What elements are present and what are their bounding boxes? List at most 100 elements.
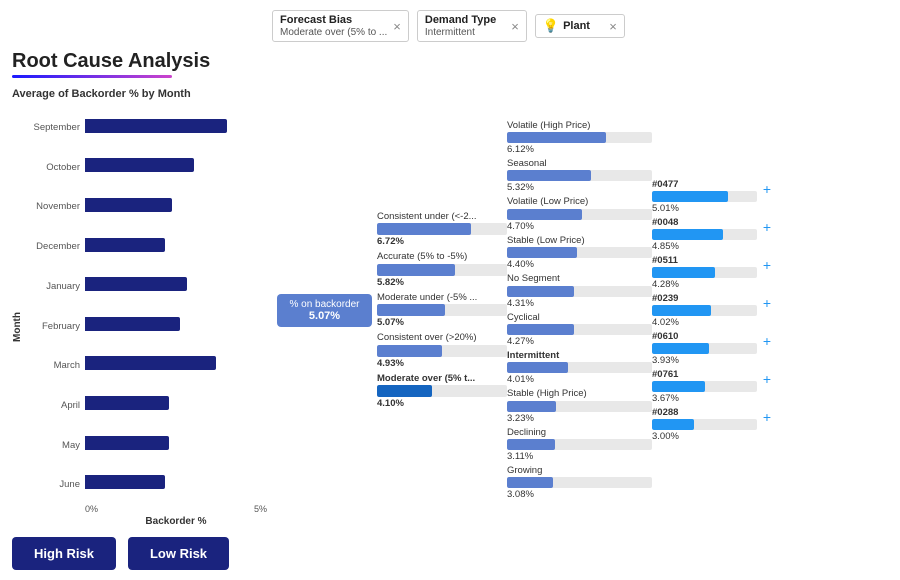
demand-type-value: 5.32%	[507, 182, 652, 193]
filter-demand-type-value: Intermittent	[425, 27, 496, 38]
demand-type-item: No Segment4.31%	[507, 273, 652, 308]
plant-label: #0477	[652, 179, 757, 190]
expand-button[interactable]: +	[763, 409, 771, 425]
plant-bar	[652, 191, 757, 202]
demand-type-bar-fill	[507, 477, 553, 488]
filter-forecast-bias-value: Moderate over (5% to ...	[280, 27, 387, 38]
chart-subtitle: Average of Backorder % by Month	[12, 88, 267, 100]
bar-row	[85, 434, 267, 452]
demand-type-bar	[507, 132, 652, 143]
demand-type-value: 3.23%	[507, 413, 652, 424]
low-risk-button[interactable]: Low Risk	[128, 537, 229, 570]
y-label: October	[25, 163, 85, 173]
x-axis: 0% 5%	[85, 502, 267, 514]
demand-type-item: Intermittent4.01%	[507, 350, 652, 385]
bar-row	[85, 196, 267, 214]
plant-bar	[652, 343, 757, 354]
forecast-bias-bar	[377, 223, 507, 235]
demand-type-bar-fill	[507, 401, 556, 412]
filter-forecast-bias[interactable]: Forecast Bias Moderate over (5% to ... ×	[272, 10, 409, 42]
bar-bg	[85, 238, 267, 252]
demand-type-bar	[507, 170, 652, 181]
plant-item: #02883.00%+	[652, 407, 757, 442]
y-label: December	[25, 242, 85, 252]
plant-item: #02394.02%+	[652, 293, 757, 328]
forecast-bias-label: Moderate over (5% t...	[377, 373, 507, 384]
forecast-bias-item: Moderate under (-5% ...5.07%	[377, 292, 507, 328]
plant-label: #0761	[652, 369, 757, 380]
plant-label: #0610	[652, 331, 757, 342]
demand-type-item: Declining3.11%	[507, 427, 652, 462]
forecast-bias-value: 4.93%	[377, 358, 507, 369]
plant-value: 3.67%	[652, 393, 757, 404]
demand-type-label: Growing	[507, 465, 652, 476]
plant-bar	[652, 267, 757, 278]
root-value: 5.07%	[285, 310, 364, 322]
bar-bg	[85, 277, 267, 291]
plant-item: #04775.01%+	[652, 179, 757, 214]
bar-bg	[85, 356, 267, 370]
filter-plant[interactable]: 💡 Plant ×	[535, 14, 625, 38]
plant-bar-fill	[652, 305, 711, 316]
close-icon[interactable]: ×	[387, 19, 401, 34]
demand-type-bar-fill	[507, 247, 577, 258]
forecast-bias-item: Consistent over (>20%) 4.93%	[377, 332, 507, 368]
demand-type-label: Seasonal	[507, 158, 652, 169]
plant-item: #07613.67%+	[652, 369, 757, 404]
expand-button[interactable]: +	[763, 257, 771, 273]
bar-bg	[85, 119, 267, 133]
demand-type-bar	[507, 286, 652, 297]
plant-bar	[652, 229, 757, 240]
expand-button[interactable]: +	[763, 333, 771, 349]
demand-type-bar-fill	[507, 132, 606, 143]
demand-type-bar-fill	[507, 362, 568, 373]
expand-button[interactable]: +	[763, 219, 771, 235]
demand-type-label: Volatile (Low Price)	[507, 196, 652, 207]
demand-type-bar	[507, 362, 652, 373]
plant-label: #0288	[652, 407, 757, 418]
close-icon[interactable]: ×	[505, 19, 519, 34]
plant-label: #0239	[652, 293, 757, 304]
title-underline	[12, 75, 172, 78]
bar-row	[85, 156, 267, 174]
expand-button[interactable]: +	[763, 181, 771, 197]
forecast-bias-item: Consistent under (<-2...6.72%	[377, 211, 507, 247]
demand-type-label: Cyclical	[507, 312, 652, 323]
y-axis-labels: SeptemberOctoberNovemberDecemberJanuaryF…	[25, 106, 85, 527]
bar-bg	[85, 396, 267, 410]
y-label: September	[25, 123, 85, 133]
forecast-bias-label: Accurate (5% to -5%)	[377, 251, 507, 262]
filter-demand-type[interactable]: Demand Type Intermittent ×	[417, 10, 527, 42]
bar-fill	[85, 317, 180, 331]
forecast-bias-bar-fill	[377, 223, 471, 235]
forecast-bias-col: Consistent under (<-2...6.72% Accurate (5…	[377, 50, 507, 570]
demand-type-label: Volatile (High Price)	[507, 120, 652, 131]
demand-type-bar	[507, 477, 652, 488]
close-icon[interactable]: ×	[603, 19, 617, 34]
plant-bar-fill	[652, 343, 709, 354]
plant-bar	[652, 381, 757, 392]
demand-type-value: 6.12%	[507, 144, 652, 155]
y-axis-title: Month	[12, 106, 25, 527]
demand-type-bar	[507, 401, 652, 412]
expand-button[interactable]: +	[763, 295, 771, 311]
demand-type-item: Volatile (Low Price)4.70%	[507, 196, 652, 231]
forecast-bias-value: 6.72%	[377, 236, 507, 247]
forecast-bias-bar-fill	[377, 345, 442, 357]
bar-bg	[85, 475, 267, 489]
demand-type-bar	[507, 247, 652, 258]
forecast-bias-label: Moderate under (-5% ...	[377, 292, 507, 303]
bar-fill	[85, 198, 172, 212]
forecast-bias-bar	[377, 304, 507, 316]
demand-type-value: 4.31%	[507, 298, 652, 309]
forecast-bias-label: Consistent over (>20%)	[377, 332, 507, 343]
x-axis-tick-0: 0%	[85, 504, 98, 514]
demand-type-bar	[507, 439, 652, 450]
bar-fill	[85, 119, 227, 133]
plant-bar-fill	[652, 229, 723, 240]
high-risk-button[interactable]: High Risk	[12, 537, 116, 570]
expand-button[interactable]: +	[763, 371, 771, 387]
chart-title: Root Cause Analysis	[12, 50, 267, 73]
bar-chart-area: Month SeptemberOctoberNovemberDecemberJa…	[12, 106, 267, 527]
filter-demand-type-label: Demand Type	[425, 14, 496, 26]
